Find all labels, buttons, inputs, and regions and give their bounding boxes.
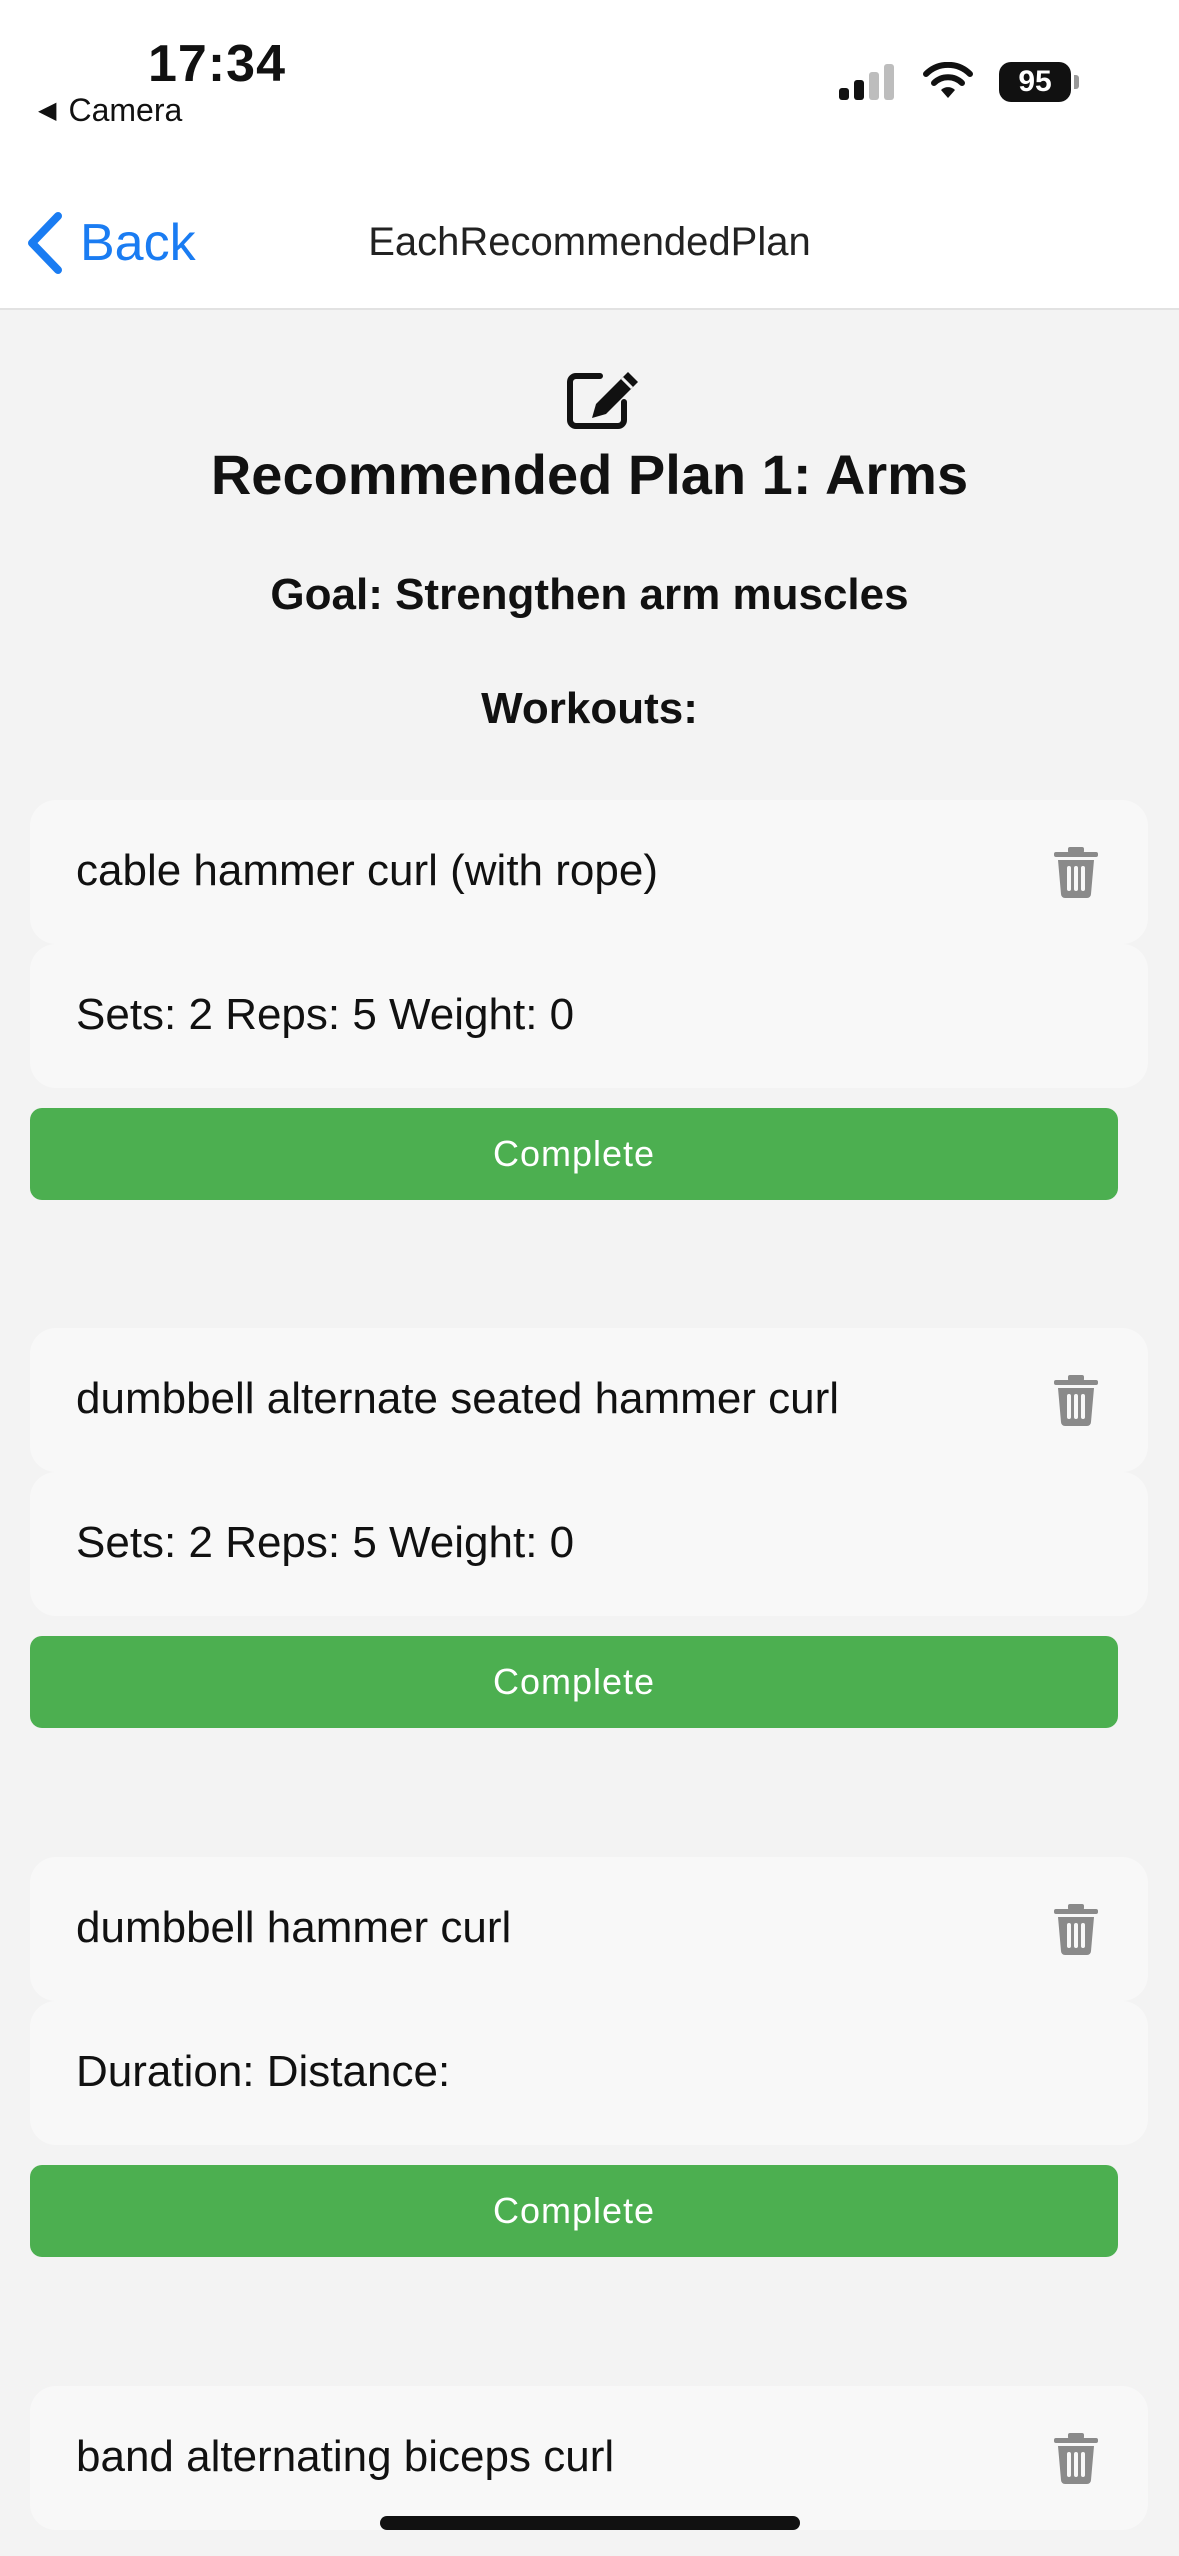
workout-name: band alternating biceps curl <box>76 2432 615 2481</box>
trash-icon[interactable] <box>1052 1903 1100 1955</box>
wifi-icon <box>923 62 973 98</box>
workout-name-card[interactable]: dumbbell alternate seated hammer curl <box>30 1328 1148 1472</box>
complete-button[interactable]: Complete <box>30 1636 1118 1728</box>
workout-detail: Sets: 2 Reps: 5 Weight: 0 <box>76 990 575 1039</box>
workout-detail-card: Sets: 2 Reps: 5 Weight: 0 <box>30 944 1148 1088</box>
nav-title: EachRecommendedPlan <box>368 220 811 264</box>
workout-detail: Duration: Distance: <box>76 2047 451 2096</box>
trash-icon[interactable] <box>1052 1374 1100 1426</box>
workout-detail-card: Duration: Distance: <box>30 2001 1148 2145</box>
battery-cap <box>1074 75 1079 89</box>
workout-name: cable hammer curl (with rope) <box>76 846 658 895</box>
complete-button[interactable]: Complete <box>30 2165 1118 2257</box>
home-indicator[interactable] <box>380 2516 800 2530</box>
status-icons: 95 <box>837 62 1079 102</box>
battery-level: 95 <box>999 62 1071 102</box>
trash-icon[interactable] <box>1052 846 1100 898</box>
navigation-bar: Back EachRecommendedPlan <box>0 200 1179 310</box>
workout-name-card[interactable]: band alternating biceps curl <box>30 2386 1148 2530</box>
return-app-label: Camera <box>68 92 183 128</box>
edit-plan-button[interactable] <box>566 368 642 432</box>
status-bar: 17:34 ◀ Camera 95 <box>0 0 1179 200</box>
triangle-left-icon: ◀ <box>38 97 57 124</box>
plan-title: Recommended Plan 1: Arms <box>210 443 969 506</box>
workout-name-card[interactable]: cable hammer curl (with rope) <box>30 800 1148 944</box>
return-to-camera[interactable]: ◀ Camera <box>38 92 182 129</box>
edit-icon <box>567 372 638 429</box>
workout-name: dumbbell alternate seated hammer curl <box>76 1374 840 1423</box>
status-time: 17:34 <box>148 35 286 93</box>
workout-name: dumbbell hammer curl <box>76 1903 512 1952</box>
signal-icon <box>839 64 894 100</box>
workout-detail-card: Sets: 2 Reps: 5 Weight: 0 <box>30 1472 1148 1616</box>
battery-icon: 95 <box>999 62 1079 102</box>
workout-detail: Sets: 2 Reps: 5 Weight: 0 <box>76 1518 575 1567</box>
workout-name-card[interactable]: dumbbell hammer curl <box>30 1857 1148 2001</box>
workouts-heading: Workouts: <box>481 684 698 733</box>
complete-button[interactable]: Complete <box>30 1108 1118 1200</box>
trash-icon[interactable] <box>1052 2432 1100 2484</box>
plan-goal: Goal: Strengthen arm muscles <box>270 570 909 619</box>
